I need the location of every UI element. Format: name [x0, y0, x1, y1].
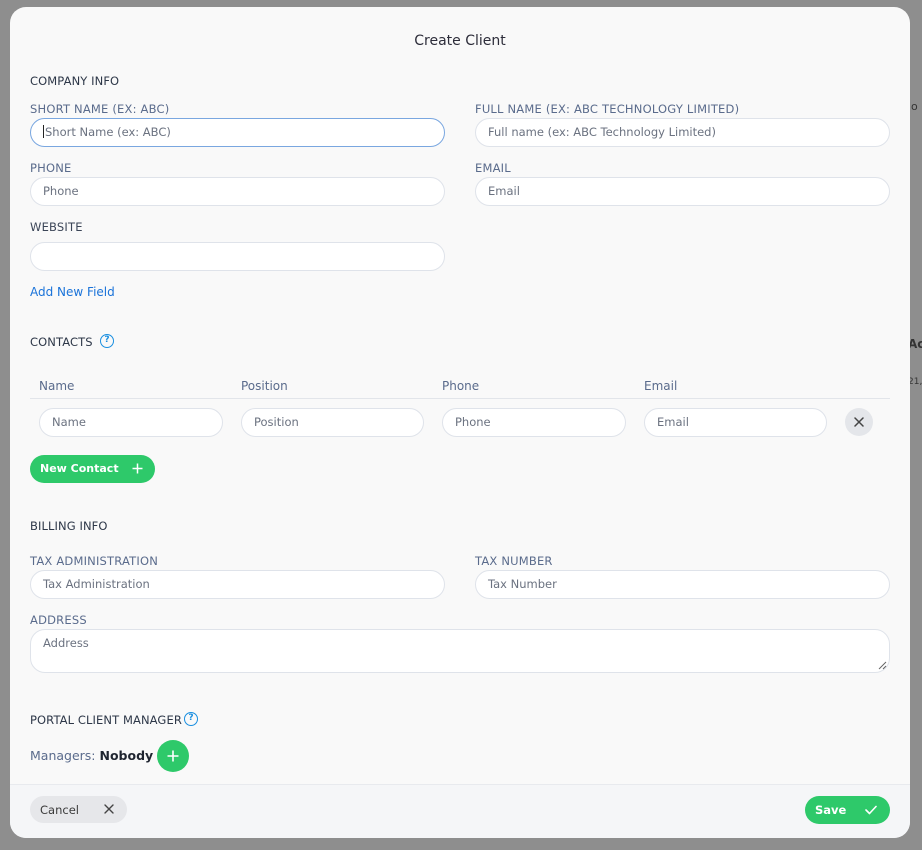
- column-header-email: Email: [644, 379, 678, 393]
- managers-label: Managers:: [30, 748, 96, 763]
- address-textarea[interactable]: Address: [30, 629, 890, 673]
- cancel-label: Cancel: [40, 803, 79, 817]
- column-header-position: Position: [241, 379, 288, 393]
- background-text-fragment: Ac: [908, 337, 922, 351]
- phone-label: PHONE: [30, 161, 72, 175]
- column-header-name: Name: [39, 379, 75, 393]
- address-placeholder: Address: [43, 636, 89, 650]
- new-contact-button[interactable]: New Contact: [30, 455, 155, 483]
- save-label: Save: [815, 803, 847, 817]
- billing-info-title: BILLING INFO: [30, 519, 108, 533]
- short-name-input[interactable]: Short Name (ex: ABC): [30, 118, 445, 147]
- table-divider: [30, 398, 890, 399]
- managers-value: Nobody: [99, 748, 154, 763]
- close-icon: [854, 417, 864, 427]
- plus-icon: [132, 463, 143, 474]
- new-contact-label: New Contact: [40, 462, 119, 475]
- tax-administration-input[interactable]: Tax Administration: [30, 570, 445, 599]
- contact-name-input[interactable]: Name: [39, 408, 223, 437]
- portal-client-manager-title: PORTAL CLIENT MANAGER: [30, 713, 182, 727]
- modal-title: Create Client: [414, 33, 506, 49]
- contacts-title: CONTACTS: [30, 335, 93, 349]
- resize-handle-icon[interactable]: [877, 660, 887, 670]
- email-input[interactable]: Email: [475, 177, 890, 206]
- tax-administration-label: TAX ADMINISTRATION: [30, 554, 159, 568]
- full-name-input[interactable]: Full name (ex: ABC Technology Limited): [475, 118, 890, 147]
- tax-number-label: TAX NUMBER: [475, 554, 553, 568]
- column-header-phone: Phone: [442, 379, 480, 393]
- full-name-label: FULL NAME (EX: ABC TECHNOLOGY LIMITED): [475, 102, 740, 116]
- create-client-modal: Create Client COMPANY INFO SHORT NAME (E…: [10, 7, 910, 838]
- save-button[interactable]: Save: [805, 796, 890, 824]
- contact-phone-input[interactable]: Phone: [442, 408, 626, 437]
- website-label: WEBSITE: [30, 220, 83, 234]
- add-new-field-link[interactable]: Add New Field: [30, 285, 115, 299]
- tax-number-input[interactable]: Tax Number: [475, 570, 890, 599]
- company-info-title: COMPANY INFO: [30, 74, 120, 88]
- plus-icon: [167, 750, 179, 762]
- short-name-label: SHORT NAME (EX: ABC): [30, 102, 170, 116]
- remove-contact-button[interactable]: [845, 408, 873, 436]
- phone-input[interactable]: Phone: [30, 177, 445, 206]
- help-icon[interactable]: ?: [184, 712, 198, 726]
- background-text-fragment: lo: [908, 100, 918, 113]
- help-icon[interactable]: ?: [100, 334, 114, 348]
- background-text-fragment: 21,: [908, 377, 922, 387]
- check-icon: [865, 805, 877, 815]
- close-icon: [104, 804, 114, 814]
- contact-email-input[interactable]: Email: [644, 408, 827, 437]
- cancel-button[interactable]: Cancel: [30, 796, 127, 823]
- add-manager-button[interactable]: [157, 740, 189, 772]
- address-label: ADDRESS: [30, 613, 87, 627]
- website-input[interactable]: [30, 242, 445, 271]
- modal-footer: Cancel Save: [10, 784, 910, 838]
- contact-position-input[interactable]: Position: [241, 408, 424, 437]
- managers-row: Managers: Nobody: [30, 748, 153, 763]
- email-label: EMAIL: [475, 161, 511, 175]
